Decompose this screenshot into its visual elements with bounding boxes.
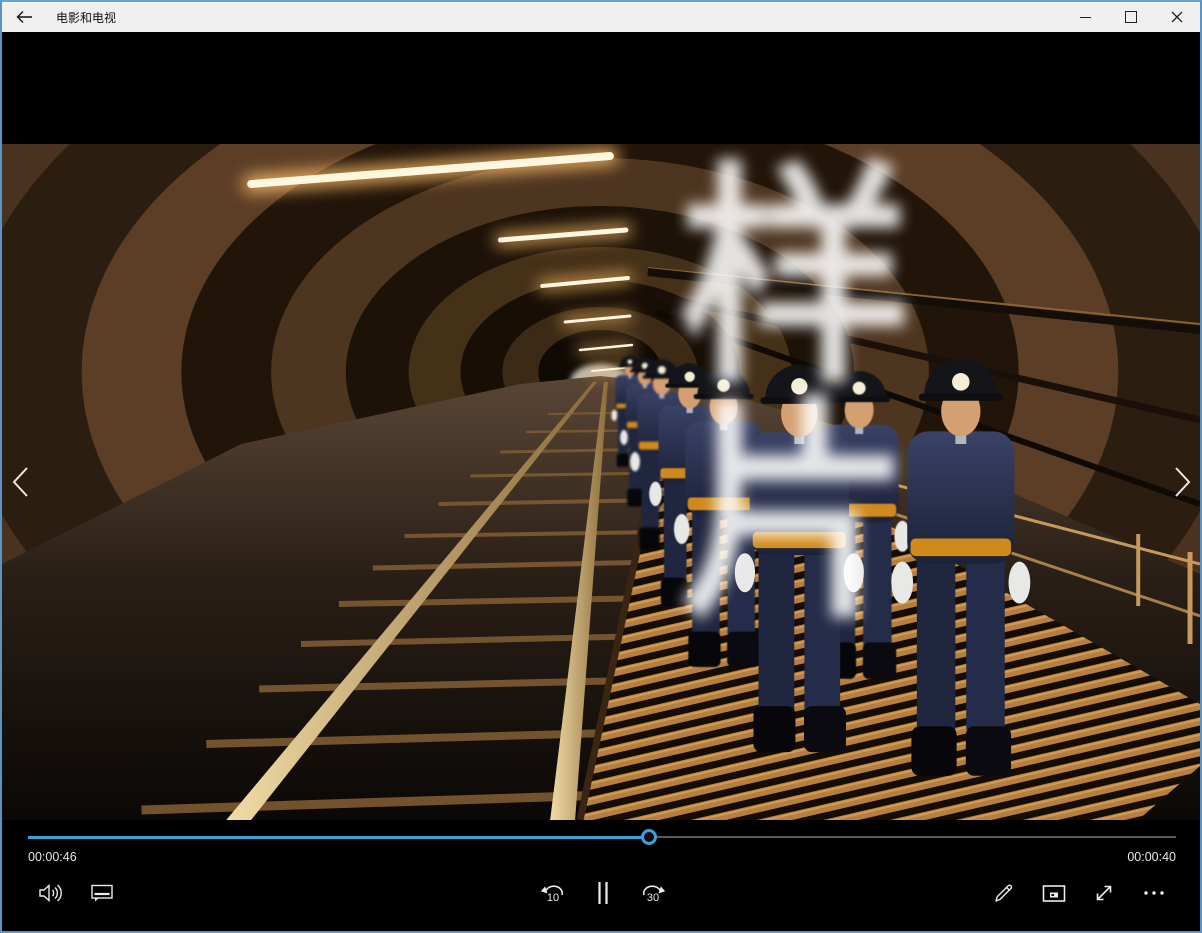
fullscreen-icon <box>1092 881 1116 905</box>
time-remaining: 00:00:40 <box>1127 850 1176 864</box>
app-title: 电影和电视 <box>56 9 116 26</box>
player-area: 样片 00:00:46 00:00:40 <box>2 32 1200 931</box>
skip-forward-button[interactable]: 30 <box>633 874 673 912</box>
seek-track[interactable] <box>28 836 1176 838</box>
window-controls <box>1062 2 1200 32</box>
titlebar: 电影和电视 <box>2 2 1200 32</box>
edit-button[interactable] <box>984 874 1024 912</box>
seek-bar[interactable] <box>28 827 1176 847</box>
maximize-icon <box>1125 11 1137 23</box>
back-arrow-icon <box>16 10 33 24</box>
maximize-button[interactable] <box>1108 2 1154 32</box>
seek-fill <box>28 836 649 839</box>
chevron-right-icon <box>1171 465 1193 499</box>
subtitles-button[interactable] <box>82 874 122 912</box>
volume-button[interactable] <box>31 874 71 912</box>
video-scene <box>2 144 1200 820</box>
volume-icon <box>38 882 64 904</box>
pencil-icon <box>993 882 1015 904</box>
previous-button[interactable] <box>8 465 34 499</box>
minimize-icon <box>1080 17 1091 18</box>
minimize-button[interactable] <box>1062 2 1108 32</box>
time-elapsed: 00:00:46 <box>28 850 77 864</box>
skip-back-button[interactable]: 10 <box>533 874 573 912</box>
subtitles-icon <box>90 883 114 903</box>
video-frame[interactable]: 样片 <box>2 144 1200 820</box>
skip-forward-label: 30 <box>647 893 659 904</box>
close-icon <box>1171 11 1183 23</box>
pause-button[interactable] <box>583 874 623 912</box>
close-button[interactable] <box>1154 2 1200 32</box>
next-button[interactable] <box>1169 465 1195 499</box>
mini-player-button[interactable] <box>1034 874 1074 912</box>
app-window: 电影和电视 <box>0 0 1202 933</box>
picture-in-picture-icon <box>1042 884 1066 903</box>
more-options-icon <box>1142 889 1166 897</box>
skip-back-label: 10 <box>547 893 559 904</box>
more-options-button[interactable] <box>1134 874 1174 912</box>
back-button[interactable] <box>2 2 46 32</box>
pause-icon <box>595 881 611 905</box>
chevron-left-icon <box>10 465 32 499</box>
seek-thumb[interactable] <box>641 829 657 845</box>
fullscreen-button[interactable] <box>1084 874 1124 912</box>
